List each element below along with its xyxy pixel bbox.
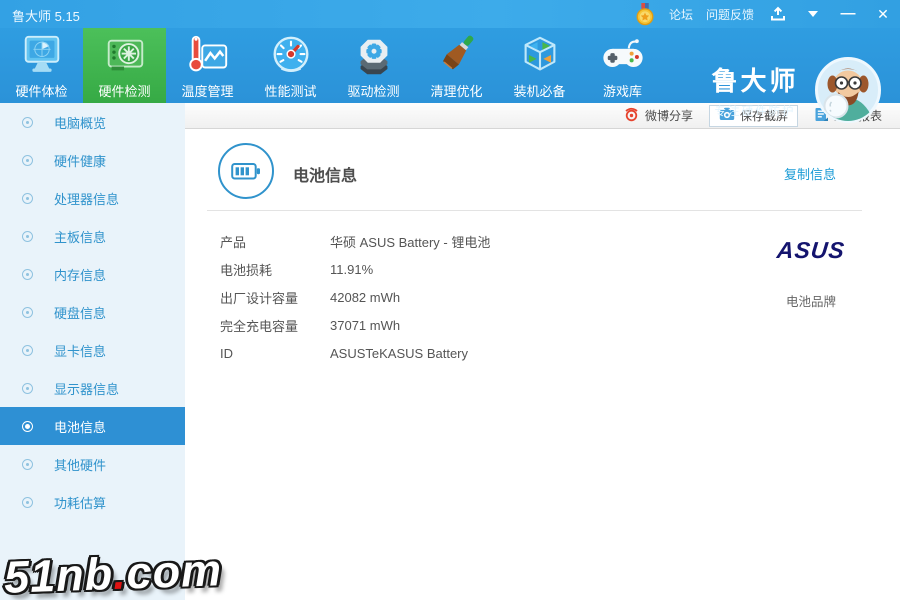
table-row: 电池损耗 11.91%	[185, 255, 745, 283]
header-divider	[207, 210, 862, 211]
radio-bullet-icon	[22, 154, 33, 166]
toolbar-tabs: 硬件体检 硬件检测 温度管理 性能测试 驱动检测 清理优化 装机必备 游戏库	[0, 28, 664, 103]
sidebar-item-other-hardware[interactable]: 其他硬件	[0, 445, 185, 483]
main-toolbar: 硬件体检 硬件检测 温度管理 性能测试 驱动检测 清理优化 装机必备 游戏库 鲁…	[0, 28, 900, 123]
tab-temperature[interactable]: 温度管理	[166, 28, 249, 103]
row-label: ID	[220, 345, 233, 361]
tab-label: 性能测试	[264, 84, 317, 99]
radio-bullet-icon	[22, 192, 33, 204]
tab-hardware-detect[interactable]: 硬件检测	[83, 28, 166, 103]
tab-essentials[interactable]: 装机必备	[498, 28, 581, 103]
tab-label: 温度管理	[181, 84, 234, 99]
sidebar-nav: 电脑概览 硬件健康 处理器信息 主板信息 内存信息 硬盘信息 显卡信息 显示器信…	[0, 103, 185, 600]
battery-brand-box: ASUS 电池品牌	[763, 219, 859, 310]
feedback-link[interactable]: 问题反馈	[706, 6, 754, 23]
brush-icon	[434, 33, 480, 79]
tab-performance[interactable]: 性能测试	[249, 28, 332, 103]
tab-hardware-checkup[interactable]: 硬件体检	[0, 28, 83, 103]
row-value: 37071 mWh	[330, 317, 401, 333]
table-row: 出厂设计容量 42082 mWh	[185, 283, 745, 311]
51nb-watermark: 51nb.com	[3, 544, 223, 600]
tab-games[interactable]: 游戏库	[581, 28, 664, 103]
brand-slogan: 专注硬件防护	[714, 106, 796, 118]
tab-label: 游戏库	[602, 84, 642, 99]
tab-cleanup[interactable]: 清理优化	[415, 28, 498, 103]
asus-logo: ASUS	[775, 236, 847, 263]
gamepad-icon	[600, 33, 646, 79]
cube-icon	[517, 33, 563, 79]
row-value: ASUSTeKASUS Battery	[330, 345, 468, 361]
battery-brand-caption: 电池品牌	[785, 295, 836, 309]
gauge-icon	[268, 33, 314, 79]
titlebar: 鲁大师 5.15 论坛 问题反馈 — ✕	[0, 0, 900, 28]
row-value: 11.91%	[330, 261, 374, 277]
tab-label: 硬件检测	[98, 84, 151, 99]
window-title: 鲁大师 5.15	[12, 9, 80, 24]
tab-label: 驱动检测	[347, 84, 400, 99]
battery-icon	[218, 143, 274, 199]
page-title: 电池信息	[293, 168, 358, 185]
sidebar-item-cpu-info[interactable]: 处理器信息	[0, 179, 185, 217]
gpu-card-icon	[102, 33, 148, 79]
row-value: 42082 mWh	[330, 289, 401, 305]
medal-icon[interactable]	[634, 3, 656, 26]
close-button[interactable]: ✕	[872, 3, 894, 25]
table-row: 产品 华硕 ASUS Battery - 锂电池	[185, 227, 745, 255]
thermometer-chart-icon	[185, 33, 231, 79]
radio-bullet-icon	[22, 268, 33, 280]
radio-bullet-icon	[22, 458, 33, 470]
gear-stack-icon	[351, 33, 397, 79]
sidebar-item-battery-info[interactable]: 电池信息	[0, 407, 185, 445]
copy-info-link[interactable]: 复制信息	[784, 164, 836, 183]
sidebar-item-monitor-info[interactable]: 显示器信息	[0, 369, 185, 407]
row-label: 出厂设计容量	[220, 290, 299, 306]
row-label: 电池损耗	[220, 262, 273, 278]
sidebar-item-disk-info[interactable]: 硬盘信息	[0, 293, 185, 331]
radio-bullet-icon	[22, 230, 33, 242]
radio-bullet-icon	[22, 116, 33, 128]
row-value: 华硕 ASUS Battery - 锂电池	[330, 234, 491, 250]
sidebar-item-memory-info[interactable]: 内存信息	[0, 255, 185, 293]
weibo-icon	[623, 106, 640, 125]
weibo-share-button[interactable]: 微博分享	[623, 106, 693, 126]
tab-driver[interactable]: 驱动检测	[332, 28, 415, 103]
radio-bullet-icon	[22, 306, 33, 318]
row-label: 完全充电容量	[220, 318, 299, 334]
weibo-share-label: 微博分享	[644, 109, 693, 123]
radio-bullet-icon	[22, 496, 33, 508]
monitor-radar-icon	[19, 33, 65, 79]
sidebar-item-motherboard-info[interactable]: 主板信息	[0, 217, 185, 255]
app-window: 鲁大师 5.15 论坛 问题反馈 — ✕ 硬件体检 硬件检测 温度管理 性能测试…	[0, 0, 900, 600]
tab-label: 清理优化	[430, 84, 483, 99]
sidebar-item-power-estimate[interactable]: 功耗估算	[0, 483, 185, 521]
upload-icon[interactable]	[767, 3, 789, 25]
sidebar-item-computer-overview[interactable]: 电脑概览	[0, 103, 185, 141]
mascot-avatar[interactable]	[815, 57, 881, 123]
radio-bullet-icon	[22, 382, 33, 394]
battery-info-panel: 电池信息 复制信息 产品 华硕 ASUS Battery - 锂电池 电池损耗 …	[185, 129, 900, 600]
radio-bullet-icon	[22, 344, 33, 356]
tab-label: 硬件体检	[15, 84, 68, 99]
titlebar-actions: 论坛 问题反馈 — ✕	[634, 0, 894, 28]
menu-caret-icon[interactable]	[802, 3, 824, 25]
tab-label: 装机必备	[513, 84, 566, 99]
battery-info-table: 产品 华硕 ASUS Battery - 锂电池 电池损耗 11.91% 出厂设…	[185, 227, 745, 367]
table-row: ID ASUSTeKASUS Battery	[185, 339, 745, 367]
minimize-button[interactable]: —	[837, 3, 859, 25]
row-label: 产品	[220, 234, 247, 250]
radio-bullet-icon	[22, 420, 33, 432]
table-row: 完全充电容量 37071 mWh	[185, 311, 745, 339]
app-brand: 鲁大师 专注硬件防护	[700, 61, 810, 119]
sidebar-item-gpu-info[interactable]: 显卡信息	[0, 331, 185, 369]
forum-link[interactable]: 论坛	[669, 6, 693, 23]
brand-name: 鲁大师	[711, 66, 799, 96]
sidebar-item-hardware-health[interactable]: 硬件健康	[0, 141, 185, 179]
